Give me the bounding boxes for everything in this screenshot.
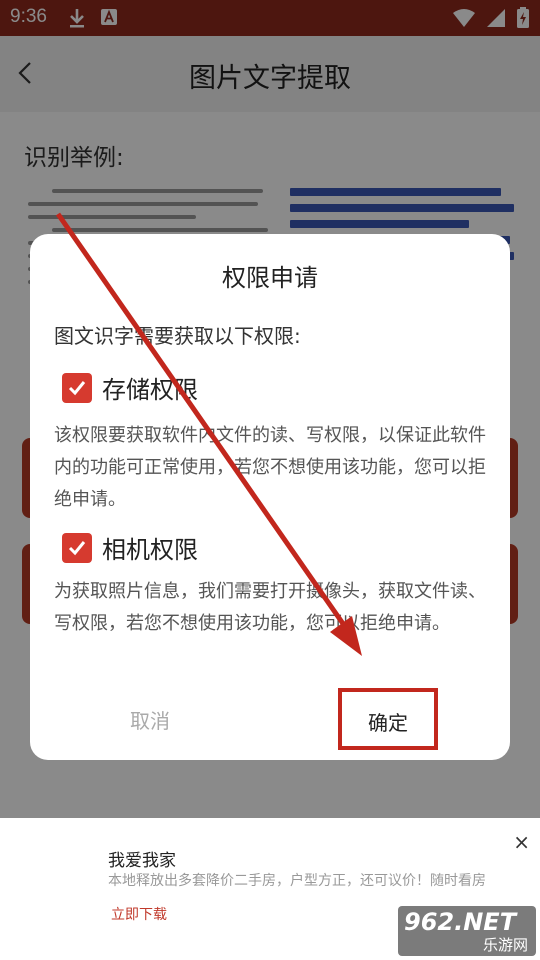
ad-download-link[interactable]: 立即下载 [111, 904, 167, 924]
ad-description: 本地释放出多套降价二手房，户型方正，还可议价！随时看房 [108, 873, 486, 889]
close-icon[interactable]: × [513, 830, 530, 854]
site-watermark: 962.NET 乐游网 [398, 906, 536, 956]
watermark-subtitle: 乐游网 [482, 936, 528, 954]
ad-title: 我爱我家 [108, 851, 176, 871]
annotation-arrow [55, 212, 362, 656]
watermark-logo: 962.NET [404, 908, 517, 936]
